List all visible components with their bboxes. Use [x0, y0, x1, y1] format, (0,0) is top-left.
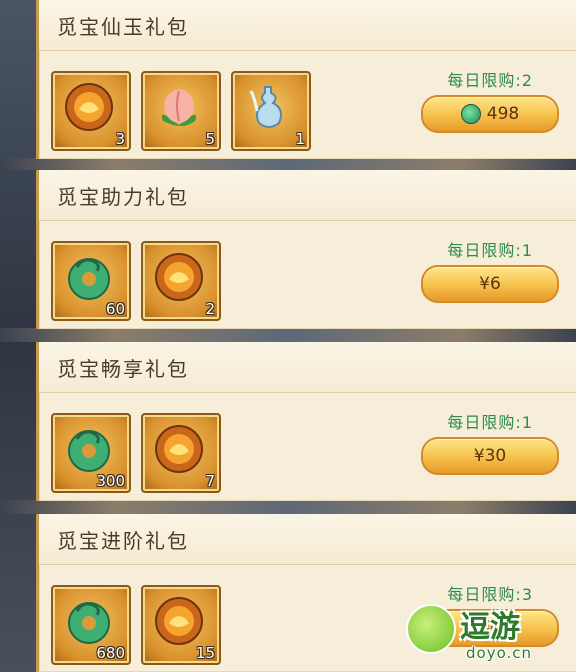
amber-orb-icon — [63, 81, 115, 133]
amber-orb-icon — [153, 595, 205, 647]
item-count: 1 — [295, 130, 305, 148]
package-title: 觅宝仙玉礼包 — [39, 0, 576, 51]
peach-icon — [153, 81, 205, 133]
watermark-logo-icon — [406, 604, 456, 654]
site-watermark: 逗游 doyo.cn — [402, 598, 572, 668]
buy-button[interactable]: ¥6 — [421, 265, 559, 303]
jade-dragon-icon — [63, 423, 115, 475]
reward-slot[interactable]: 5 — [141, 71, 221, 151]
reward-slot[interactable]: 15 — [141, 585, 221, 665]
panel-gap — [0, 328, 576, 342]
package-title: 觅宝畅享礼包 — [39, 342, 576, 393]
item-count: 5 — [205, 130, 215, 148]
reward-slot[interactable]: 1 — [231, 71, 311, 151]
spirit-gourd-icon — [243, 81, 295, 133]
reward-slot[interactable]: 300 — [51, 413, 131, 493]
package-card-3: 觅宝畅享礼包 300 7 每日限购:1 ¥30 — [36, 342, 576, 501]
amber-orb-icon — [153, 423, 205, 475]
panel-gap — [0, 158, 576, 170]
reward-slot[interactable]: 3 — [51, 71, 131, 151]
reward-slot[interactable]: 680 — [51, 585, 131, 665]
item-count: 300 — [96, 472, 125, 490]
buy-button[interactable]: ¥30 — [421, 437, 559, 475]
package-card-2: 觅宝助力礼包 60 2 每日限购:1 ¥6 — [36, 170, 576, 329]
price-label: ¥30 — [473, 446, 507, 466]
item-count: 15 — [195, 644, 215, 662]
shop-screen: 觅宝仙玉礼包 3 5 1 每日限购:2 498 觅宝助力礼包 60 2 每日限购… — [0, 0, 576, 672]
jade-dragon-icon — [63, 595, 115, 647]
item-count: 7 — [205, 472, 215, 490]
daily-limit: 每日限购:1 — [447, 241, 533, 260]
jade-coin-icon — [460, 104, 481, 124]
price-label: 498 — [486, 104, 520, 124]
package-card-1: 觅宝仙玉礼包 3 5 1 每日限购:2 498 — [36, 0, 576, 159]
daily-limit: 每日限购:2 — [447, 71, 533, 90]
watermark-domain: doyo.cn — [466, 644, 533, 662]
item-count: 2 — [205, 300, 215, 318]
reward-slot[interactable]: 2 — [141, 241, 221, 321]
reward-slot[interactable]: 7 — [141, 413, 221, 493]
item-count: 60 — [105, 300, 125, 318]
price-label: ¥6 — [479, 274, 501, 294]
package-title: 觅宝进阶礼包 — [39, 514, 576, 565]
reward-slot[interactable]: 60 — [51, 241, 131, 321]
watermark-text: 逗游 — [460, 610, 520, 645]
package-title: 觅宝助力礼包 — [39, 170, 576, 221]
item-count: 680 — [96, 644, 125, 662]
item-count: 3 — [115, 130, 125, 148]
amber-orb-icon — [153, 251, 205, 303]
panel-gap — [0, 500, 576, 514]
jade-dragon-icon — [63, 251, 115, 303]
buy-button[interactable]: 498 — [421, 95, 559, 133]
daily-limit: 每日限购:1 — [447, 413, 533, 432]
